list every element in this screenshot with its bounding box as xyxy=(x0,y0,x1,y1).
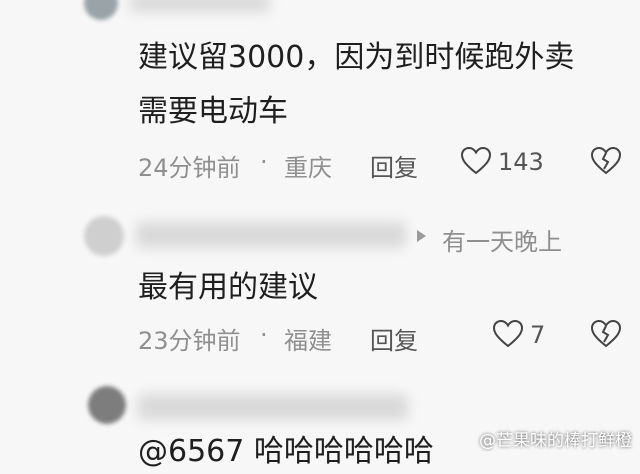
comment-1-body-line2: 需要电动车 xyxy=(138,94,288,129)
comment-2-time: 23分钟前 xyxy=(138,327,241,355)
username-top-blurred[interactable] xyxy=(130,0,270,12)
comment-2-dot: · xyxy=(260,321,268,349)
comment-2-location: 福建 xyxy=(284,327,332,355)
comment-2-body: 最有用的建议 xyxy=(138,270,318,305)
heart-icon[interactable] xyxy=(492,319,524,349)
broken-heart-icon[interactable] xyxy=(590,319,622,349)
comment-1-reply-button[interactable]: 回复 xyxy=(370,148,418,183)
avatar-top[interactable] xyxy=(84,0,118,20)
comment-1-dot: · xyxy=(260,148,268,176)
comment-1-location: 重庆 xyxy=(284,154,332,182)
comment-1-time: 24分钟前 xyxy=(138,154,241,182)
comment-2-reply-to[interactable]: 有一天晚上 xyxy=(442,222,562,257)
reply-arrow-icon xyxy=(417,230,426,242)
username-comment-3-blurred[interactable] xyxy=(138,394,408,420)
comment-1-like-count: 143 xyxy=(498,148,544,176)
broken-heart-icon[interactable] xyxy=(590,146,622,176)
comment-3-body: @6567 哈哈哈哈哈哈 xyxy=(138,434,434,469)
watermark: @芒果味的棒打鲜橙 xyxy=(479,431,632,451)
avatar-comment-3[interactable] xyxy=(88,386,126,424)
comment-2-reply-button[interactable]: 回复 xyxy=(370,321,418,356)
username-comment-2-blurred[interactable] xyxy=(136,222,406,248)
avatar-comment-2[interactable] xyxy=(84,216,124,256)
comment-2-like-count: 7 xyxy=(530,321,546,349)
comment-1-body-line1: 建议留3000，因为到时候跑外卖 xyxy=(138,40,575,75)
heart-icon[interactable] xyxy=(460,146,492,176)
